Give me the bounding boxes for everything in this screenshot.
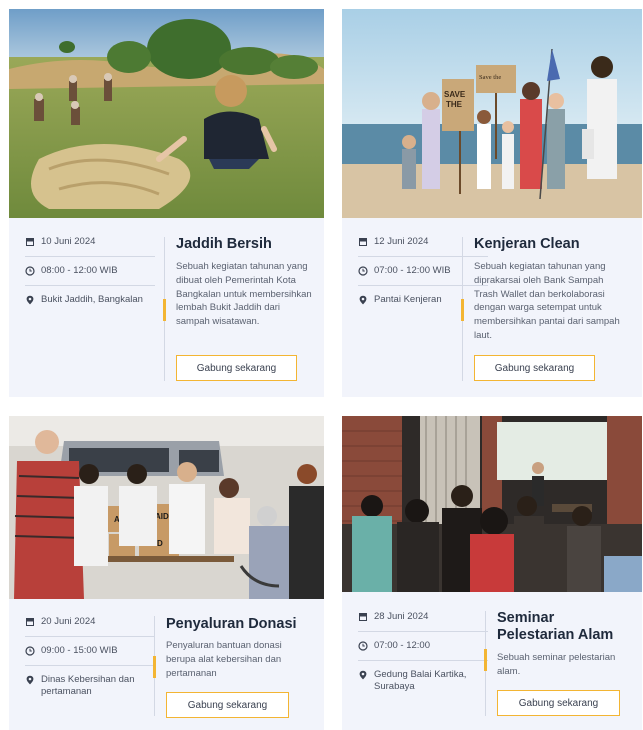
map-pin-icon	[359, 670, 367, 680]
meta-divider	[358, 659, 488, 661]
meta-divider	[358, 630, 488, 632]
event-date: 10 Juni 2024	[25, 236, 155, 249]
event-description: Sebuah seminar pelestarian alam.	[497, 652, 616, 677]
clock-icon	[358, 641, 368, 651]
meta-divider	[358, 255, 488, 257]
meta-divider	[25, 635, 155, 637]
join-button[interactable]: Gabung sekarang	[176, 355, 297, 381]
meta-divider	[358, 284, 488, 286]
calendar-icon	[359, 613, 367, 621]
event-meta: 28 Juni 2024 07:00 - 12:00 Gedung Balai …	[358, 611, 488, 694]
event-title: Penyaluran Donasi	[166, 616, 297, 632]
event-title: Jaddih Bersih	[176, 236, 272, 252]
event-meta: 10 Juni 2024 08:00 - 12:00 WIB Bukit Jad…	[25, 236, 155, 306]
event-time: 09:00 - 15:00 WIB	[25, 645, 155, 658]
event-card-donasi: AID AID AID 20 Juni 2024 09:00 - 15:00 W…	[9, 416, 324, 730]
join-button[interactable]: Gabung sekarang	[474, 355, 595, 381]
calendar-icon	[359, 238, 367, 246]
event-location: Pantai Kenjeran	[358, 294, 488, 307]
svg-text:AID: AID	[155, 512, 169, 521]
card-divider	[153, 616, 156, 716]
event-title: Seminar Pelestarian Alam	[497, 610, 614, 644]
event-image-donasi: AID AID AID	[9, 416, 324, 599]
card-divider	[461, 237, 464, 381]
event-description: Sebuah kegiatan tahunan yang diprakarsai…	[474, 261, 620, 341]
card-divider	[163, 237, 166, 381]
divider-accent	[484, 649, 487, 671]
map-pin-icon	[359, 295, 367, 305]
calendar-icon	[26, 618, 34, 626]
event-description: Sebuah kegiatan tahunan yang dibuat oleh…	[176, 261, 312, 328]
meta-divider	[25, 664, 155, 666]
event-location: Dinas Kebersihan dan pertamanan	[25, 674, 155, 700]
card-divider	[484, 611, 487, 716]
svg-text:THE: THE	[446, 100, 463, 109]
event-time: 07:00 - 12:00 WIB	[358, 265, 488, 278]
event-meta: 20 Juni 2024 09:00 - 15:00 WIB Dinas Keb…	[25, 616, 155, 699]
event-card-seminar: 28 Juni 2024 07:00 - 12:00 Gedung Balai …	[342, 416, 642, 730]
clock-icon	[25, 646, 35, 656]
event-image-kenjeran: SAVE THE Save the	[342, 9, 642, 218]
calendar-icon	[26, 238, 34, 246]
join-button[interactable]: Gabung sekarang	[166, 692, 289, 718]
event-card-kenjeran: SAVE THE Save the 12 Juni 2024 07:00 - 1…	[342, 9, 642, 397]
map-pin-icon	[26, 295, 34, 305]
event-meta: 12 Juni 2024 07:00 - 12:00 WIB Pantai Ke…	[358, 236, 488, 306]
clock-icon	[25, 266, 35, 276]
event-title: Kenjeran Clean	[474, 236, 580, 252]
meta-divider	[25, 255, 155, 257]
event-image-jaddih	[9, 9, 324, 218]
meta-divider	[25, 284, 155, 286]
event-image-seminar	[342, 416, 642, 592]
divider-accent	[461, 299, 464, 321]
join-button[interactable]: Gabung sekarang	[497, 690, 620, 716]
event-date: 28 Juni 2024	[358, 611, 488, 624]
svg-text:SAVE: SAVE	[444, 90, 466, 99]
event-time: 08:00 - 12:00 WIB	[25, 265, 155, 278]
event-date: 20 Juni 2024	[25, 616, 155, 629]
divider-accent	[163, 299, 166, 321]
svg-text:Save the: Save the	[479, 74, 501, 81]
event-time: 07:00 - 12:00	[358, 640, 488, 653]
map-pin-icon	[26, 675, 34, 685]
clock-icon	[358, 266, 368, 276]
event-location: Gedung Balai Kartika, Surabaya	[358, 669, 488, 695]
event-date: 12 Juni 2024	[358, 236, 488, 249]
event-description: Penyaluran bantuan donasi berupa alat ke…	[166, 640, 282, 679]
event-location: Bukit Jaddih, Bangkalan	[25, 294, 155, 307]
divider-accent	[153, 656, 156, 678]
event-card-jaddih: 10 Juni 2024 08:00 - 12:00 WIB Bukit Jad…	[9, 9, 324, 397]
